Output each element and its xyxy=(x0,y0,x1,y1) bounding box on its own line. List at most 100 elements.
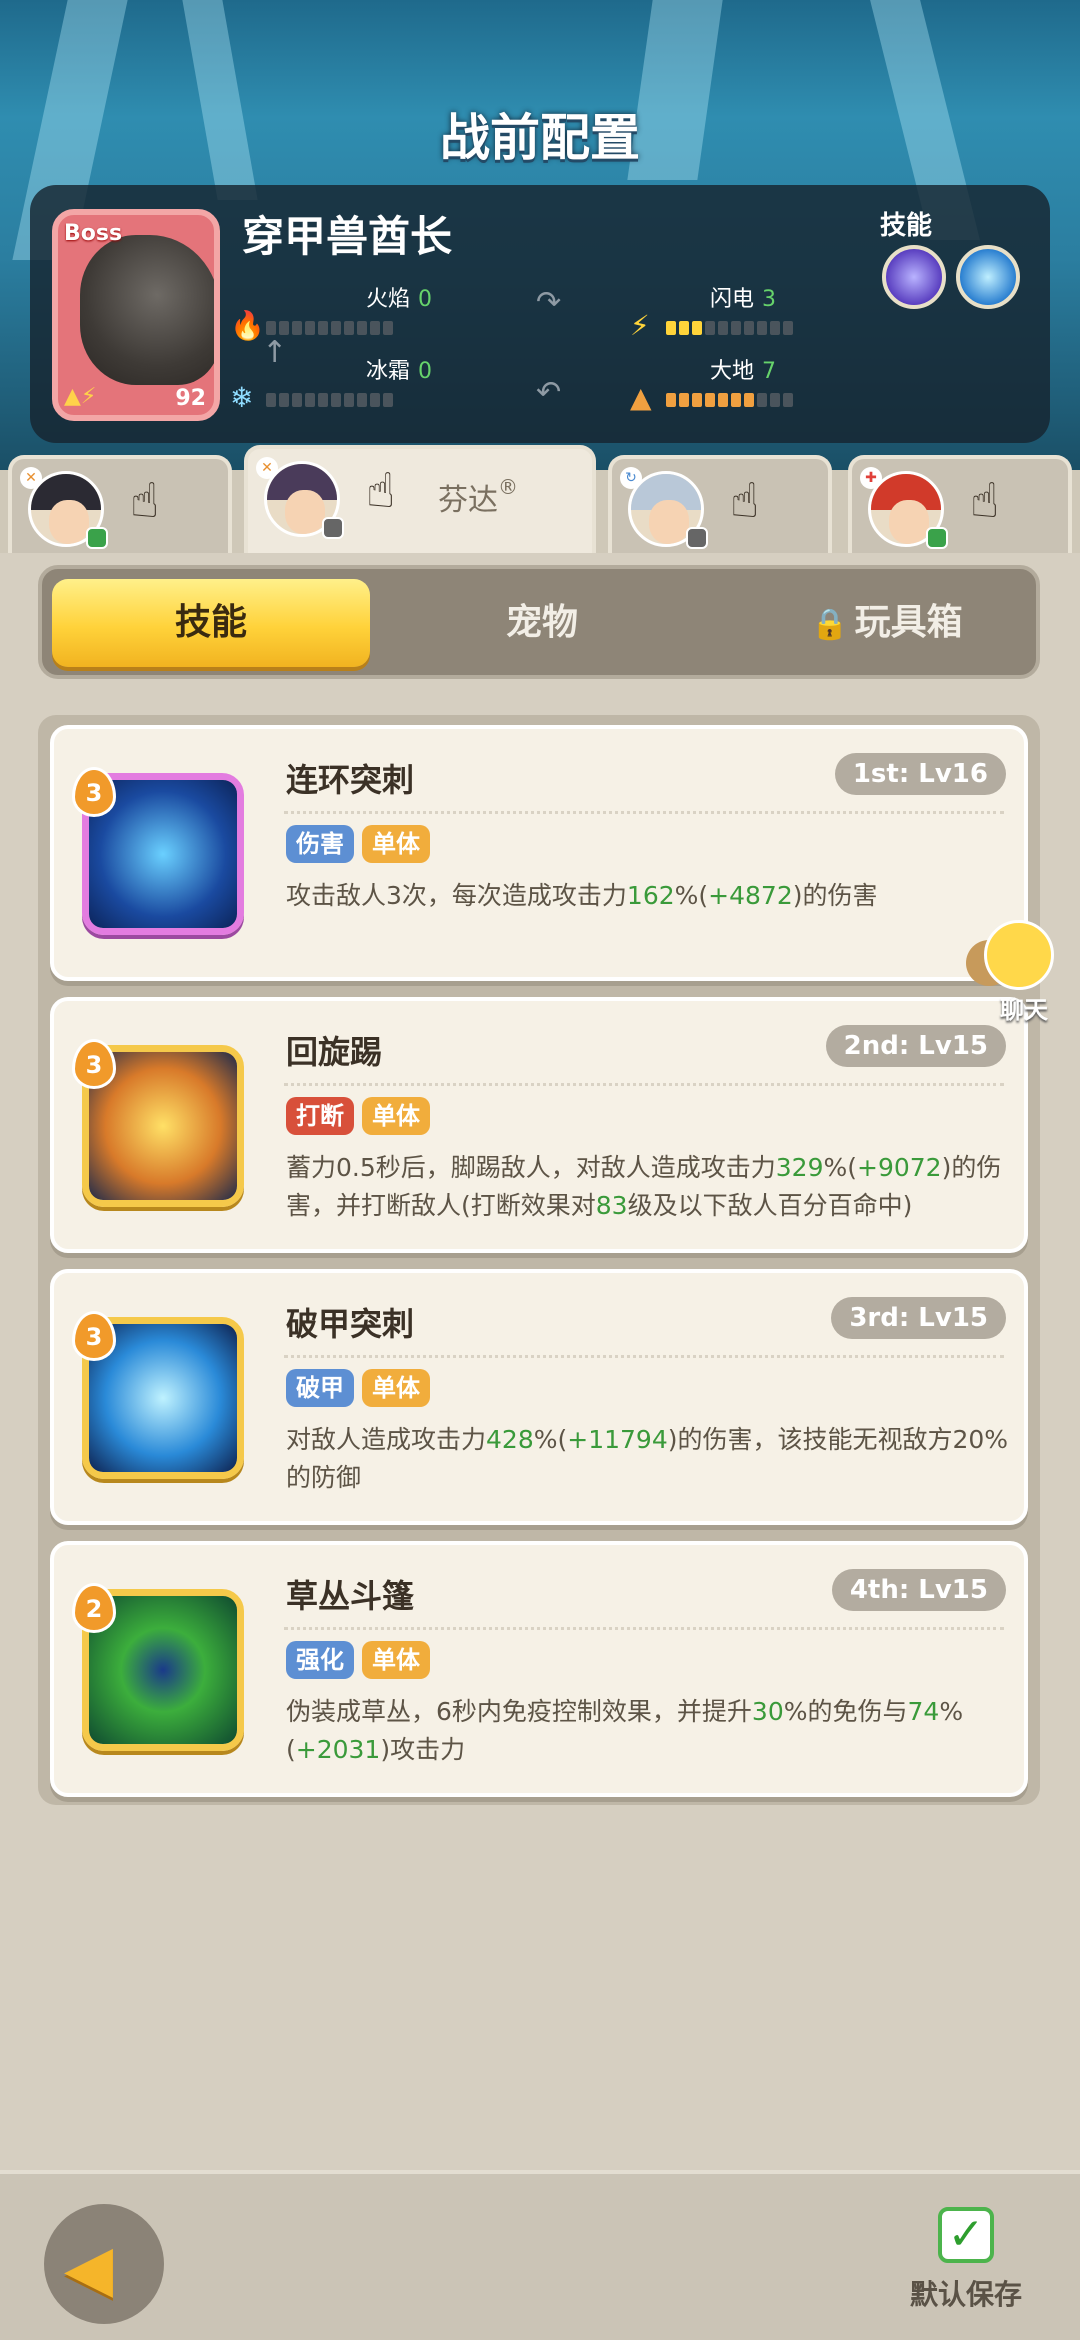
mountain-icon: ▲ xyxy=(630,381,652,414)
swirl-icon: ↻ xyxy=(620,467,642,489)
skill-description: 攻击敌人3次，每次造成攻击力162%(+4872)的伤害 xyxy=(286,881,878,910)
skill-rank-badge: 2nd: Lv15 xyxy=(825,1025,1006,1067)
boss-portrait[interactable]: Boss ▲⚡ 92 xyxy=(52,209,220,421)
lock-icon: 🔒 xyxy=(811,607,849,642)
stat-bar-segment xyxy=(757,393,767,407)
cycle-arrow-icon: ↷ xyxy=(536,285,562,320)
stat-bar-segment xyxy=(292,321,302,335)
stat-bar-segment xyxy=(692,321,702,335)
skill-name: 回旋踢 xyxy=(286,1033,383,1071)
bottom-bar: ◀ ✓ 默认保存 xyxy=(0,2170,1080,2340)
skill-description: 蓄力0.5秒后，脚踢敌人，对敌人造成攻击力329%(+9072)的伤害，并打断敌… xyxy=(286,1153,1002,1220)
stat-bar-segment xyxy=(331,321,341,335)
stat-ice-value: 0 xyxy=(418,359,433,384)
stat-ice-label: 冰霜 xyxy=(366,359,411,384)
tap-hand-icon: ☝ xyxy=(366,463,396,519)
skill-name: 连环突刺 xyxy=(286,761,415,799)
default-save-label: 默认保存 xyxy=(909,2278,1022,2311)
skill-rank-badge: 1st: Lv16 xyxy=(834,753,1006,795)
boss-skill-swirl-icon[interactable] xyxy=(882,245,946,309)
stat-bar-segment xyxy=(344,321,354,335)
divider xyxy=(284,811,1004,814)
sword-icon: ✕ xyxy=(20,467,42,489)
stat-bar-segment xyxy=(305,321,315,335)
stat-earth: 大地 7 ▲ xyxy=(630,353,930,414)
skill-tag: 单体 xyxy=(362,825,430,863)
skill-card[interactable]: 2 草丛斗篷 4th: Lv15 强化 单体 伪装成草丛，6秒内免疫控制效果，并… xyxy=(50,1541,1028,1797)
skill-tag: 伤害 xyxy=(286,825,354,863)
skill-tag: 破甲 xyxy=(286,1369,354,1407)
stat-bar-segment xyxy=(279,321,289,335)
divider xyxy=(284,1627,1004,1630)
stat-fire-label: 火焰 xyxy=(366,287,411,312)
hero-tab-4[interactable]: ✚ ☝ xyxy=(848,455,1072,555)
chat-status-icon xyxy=(686,527,708,549)
stat-bar-segment xyxy=(383,321,393,335)
stat-bar-segment xyxy=(666,393,676,407)
stat-lightning-value: 3 xyxy=(762,287,777,312)
hero-tab-3[interactable]: ↻ ☝ xyxy=(608,455,832,555)
stat-bar-segment xyxy=(757,321,767,335)
snowflake-icon: ❄ xyxy=(230,381,254,414)
stat-bar-segment xyxy=(679,321,689,335)
checkmark-icon: ✓ xyxy=(938,2207,994,2263)
hero-tab-2[interactable]: ✕ ☝ 芬达® xyxy=(244,445,596,557)
skill-name: 草丛斗篷 xyxy=(286,1577,415,1615)
skill-card[interactable]: 3 回旋踢 2nd: Lv15 打断 单体 蓄力0.5秒后，脚踢敌人，对敌人造成… xyxy=(50,997,1028,1253)
stat-earth-value: 7 xyxy=(762,359,777,384)
tap-hand-icon: ☝ xyxy=(130,473,160,529)
stat-earth-label: 大地 xyxy=(710,359,755,384)
boss-skill-crystal-icon[interactable] xyxy=(956,245,1020,309)
skill-card[interactable]: 3 破甲突刺 3rd: Lv15 破甲 单体 对敌人造成攻击力428%(+117… xyxy=(50,1269,1028,1525)
stat-bar-segment xyxy=(331,393,341,407)
skill-tags: 打断 单体 xyxy=(286,1097,430,1135)
cross-icon: ✚ xyxy=(860,467,882,489)
stat-bar-segment xyxy=(692,393,702,407)
tab-skills[interactable]: 技能 xyxy=(52,579,370,667)
stat-bar-segment xyxy=(718,393,728,407)
skill-name: 破甲突刺 xyxy=(286,1305,415,1343)
stat-bar-segment xyxy=(770,321,780,335)
chat-status-icon xyxy=(926,527,948,549)
armored-beast-image xyxy=(80,235,214,385)
stat-bar-segment xyxy=(783,321,793,335)
divider xyxy=(284,1355,1004,1358)
skill-card[interactable]: 3 连环突刺 1st: Lv16 伤害 单体 攻击敌人3次，每次造成攻击力162… xyxy=(50,725,1028,981)
chat-status-icon xyxy=(86,527,108,549)
skill-tags: 伤害 单体 xyxy=(286,825,430,863)
stat-bar-segment xyxy=(279,393,289,407)
skill-tag: 强化 xyxy=(286,1641,354,1679)
sub-tab-bar: 技能 宠物 🔒 玩具箱 xyxy=(38,565,1040,679)
hero-tabs: ✕ ☝ ✕ ☝ 芬达® ↻ ☝ ✚ ☝ xyxy=(0,445,1080,557)
skill-tag: 单体 xyxy=(362,1641,430,1679)
back-button[interactable]: ◀ xyxy=(44,2204,164,2324)
skill-rank-badge: 4th: Lv15 xyxy=(831,1569,1006,1611)
cycle-arrow-icon: ↶ xyxy=(536,375,562,410)
tap-hand-icon: ☝ xyxy=(730,473,760,529)
skill-description: 伪装成草丛，6秒内免疫控制效果，并提升30%的免伤与74%(+2031)攻击力 xyxy=(286,1697,964,1764)
lightning-icon: ⚡ xyxy=(630,309,650,342)
hero-name: 芬达® xyxy=(438,475,518,518)
tab-pets[interactable]: 宠物 xyxy=(422,579,662,667)
chat-label: 聊天 xyxy=(1000,996,1048,1024)
stat-bar-segment xyxy=(370,321,380,335)
default-save-toggle[interactable]: ✓ 默认保存 xyxy=(896,2190,1036,2330)
sword-icon: ✕ xyxy=(256,457,278,479)
hero-tab-1[interactable]: ✕ ☝ xyxy=(8,455,232,555)
stat-bar-segment xyxy=(705,393,715,407)
config-panel: 技能 宠物 🔒 玩具箱 3 连环突刺 1st: Lv16 伤害 单体 攻击敌人3次… xyxy=(0,553,1080,2183)
stat-bar-segment xyxy=(305,393,315,407)
divider xyxy=(284,1083,1004,1086)
boss-level: 92 xyxy=(175,386,206,411)
stat-bar-segment xyxy=(357,321,367,335)
stat-bar-segment xyxy=(318,321,328,335)
stat-fire-bar xyxy=(266,321,530,335)
stat-bar-segment xyxy=(783,393,793,407)
stat-bar-segment xyxy=(357,393,367,407)
chat-button[interactable]: 聊天 xyxy=(966,920,1066,1024)
tab-toybox[interactable]: 🔒 玩具箱 xyxy=(742,579,1032,667)
stat-bar-segment xyxy=(370,393,380,407)
skill-tag: 单体 xyxy=(362,1097,430,1135)
stat-lightning-bar xyxy=(666,321,930,335)
boss-name: 穿甲兽酋长 xyxy=(242,212,453,261)
